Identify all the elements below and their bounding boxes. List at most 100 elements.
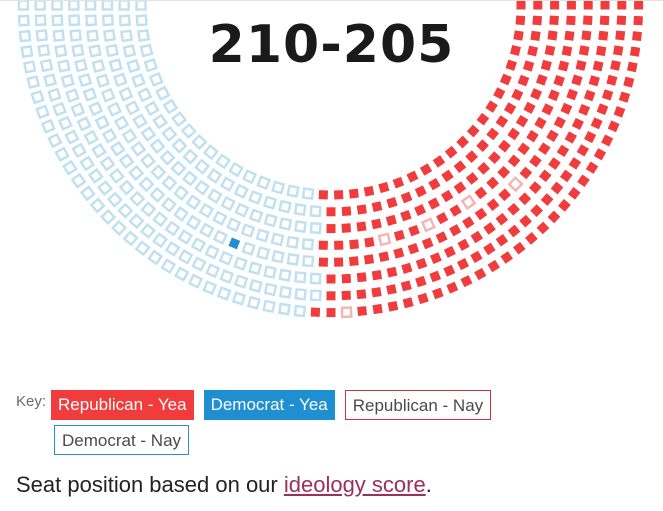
seat-democrat-nay xyxy=(246,295,261,310)
seat-republican-yea xyxy=(511,88,524,101)
seat-republican-yea xyxy=(310,307,321,317)
seat-republican-yea xyxy=(617,1,627,10)
seat-democrat-nay xyxy=(47,87,62,103)
seat-democrat-nay xyxy=(79,185,96,202)
seat-republican-yea xyxy=(401,262,413,274)
seat-democrat-nay xyxy=(109,140,126,157)
seat-republican-yea xyxy=(474,267,487,281)
seat-republican-yea xyxy=(393,247,405,259)
seat-democrat-nay xyxy=(173,206,190,222)
seat-republican-yea xyxy=(415,257,428,270)
seat-republican-yea xyxy=(553,75,565,87)
seat-republican-yea xyxy=(526,129,539,143)
seat-republican-yea xyxy=(534,116,547,130)
seat-democrat-nay xyxy=(286,235,300,249)
seat-republican-yea xyxy=(517,142,530,156)
seat-republican-yea xyxy=(357,306,368,316)
seat-democrat-nay xyxy=(57,115,73,131)
seat-republican-yea xyxy=(495,212,509,226)
seat-republican-yea xyxy=(601,134,614,147)
seat-republican-yea xyxy=(456,135,469,149)
seat-democrat-nay xyxy=(144,100,160,117)
seat-democrat-nay xyxy=(171,111,188,128)
key-label: Key: xyxy=(16,393,47,410)
seat-republican-yea xyxy=(571,117,584,130)
seat-democrat-nay xyxy=(140,126,157,142)
vote-chart: 210-205 xyxy=(0,0,663,350)
seat-republican-yea xyxy=(486,176,499,190)
seat-democrat-nay xyxy=(147,249,164,266)
seat-republican-yea xyxy=(470,230,483,244)
seat-republican-yea xyxy=(576,144,589,157)
seat-democrat-nay xyxy=(122,230,139,247)
seat-republican-yea xyxy=(318,257,329,267)
seat-republican-yea xyxy=(460,275,473,288)
seat-republican-nay xyxy=(377,232,392,247)
seat-democrat-nay xyxy=(185,194,202,211)
seat-republican-yea xyxy=(550,1,560,10)
seat-republican-yea xyxy=(348,188,359,199)
seat-republican-yea xyxy=(486,127,500,141)
seat-republican-yea xyxy=(443,245,456,258)
seat-democrat-nay xyxy=(219,269,235,284)
seat-republican-yea xyxy=(623,76,635,88)
seat-democrat-nay xyxy=(309,222,322,235)
seat-republican-yea xyxy=(600,1,610,10)
seat-democrat-nay xyxy=(30,89,45,105)
seat-republican-yea xyxy=(613,106,626,118)
seat-democrat-nay xyxy=(65,88,80,103)
seat-democrat-nay xyxy=(101,1,114,11)
seat-democrat-nay xyxy=(170,160,187,177)
seat-democrat-nay xyxy=(233,183,249,199)
seat-democrat-nay xyxy=(263,213,278,228)
seat-democrat-nay xyxy=(218,250,234,266)
seat-democrat-nay xyxy=(206,188,223,204)
seat-democrat-nay xyxy=(43,73,58,88)
seat-republican-yea xyxy=(326,207,336,217)
seat-democrat-nay xyxy=(309,289,322,302)
seat-democrat-nay xyxy=(198,202,215,219)
seat-democrat-nay xyxy=(51,1,63,11)
seat-democrat-nay xyxy=(26,75,41,90)
seat-republican-yea xyxy=(474,207,488,221)
seat-democrat-nay xyxy=(99,155,116,172)
seat-republican-yea xyxy=(519,214,532,228)
seat-democrat-nay xyxy=(79,155,95,172)
seat-democrat-nay xyxy=(91,142,107,159)
seat-democrat-nay xyxy=(128,164,145,181)
seat-democrat-nay xyxy=(164,241,181,257)
seat-democrat-nay xyxy=(263,282,278,297)
seat-republican-yea xyxy=(441,169,454,183)
seat-democrat-nay xyxy=(301,254,315,268)
seat-democrat-nay xyxy=(216,286,232,301)
seat-democrat-nay xyxy=(180,122,197,140)
seat-democrat-nay xyxy=(233,256,248,271)
seat-republican-yea xyxy=(518,192,532,206)
seat-republican-nay xyxy=(420,217,436,233)
seat-republican-yea xyxy=(507,202,520,216)
seat-republican-yea xyxy=(577,174,590,187)
seat-democrat-nay xyxy=(71,142,87,159)
seat-democrat-nay xyxy=(113,115,130,131)
seat-republican-yea xyxy=(533,1,543,10)
seat-republican-yea xyxy=(432,155,446,168)
seat-republican-yea xyxy=(558,199,571,212)
seat-democrat-nay xyxy=(34,1,46,11)
seat-republican-yea xyxy=(349,239,359,250)
seat-democrat-nay xyxy=(194,179,210,196)
seat-democrat-nay xyxy=(202,280,218,296)
seat-democrat-nay xyxy=(162,98,179,115)
seat-democrat-nay xyxy=(130,140,147,157)
seat-republican-yea xyxy=(400,209,412,222)
seat-republican-yea xyxy=(417,292,429,305)
seat-republican-yea xyxy=(341,273,352,284)
seat-republican-nay xyxy=(507,176,524,193)
seat-democrat-nay xyxy=(88,101,104,117)
ideology-score-link[interactable]: ideology score xyxy=(284,472,426,497)
seat-republican-yea xyxy=(363,254,375,265)
seat-republican-yea xyxy=(326,291,336,301)
seat-republican-yea xyxy=(341,223,352,233)
seat-democrat-nay xyxy=(96,179,114,197)
seat-republican-yea xyxy=(371,287,382,298)
seat-republican-yea xyxy=(566,88,578,101)
